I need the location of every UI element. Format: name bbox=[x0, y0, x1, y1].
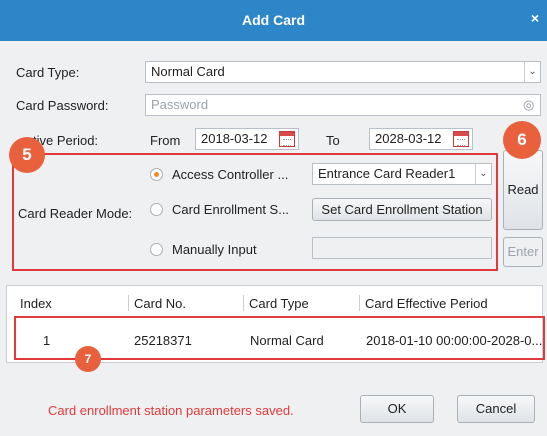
cell-index: 1 bbox=[43, 333, 51, 348]
from-date-value: 2018-03-12 bbox=[201, 131, 268, 146]
cell-card-type: Normal Card bbox=[250, 333, 324, 348]
radio-card-enrollment-label: Card Enrollment S... bbox=[172, 202, 290, 217]
set-card-enrollment-station-button[interactable]: Set Card Enrollment Station bbox=[312, 198, 492, 221]
add-card-dialog: Add Card × Card Type: Normal Card ⌄ Card… bbox=[0, 0, 547, 436]
ok-button[interactable]: OK bbox=[360, 395, 434, 423]
cell-card-no: 25218371 bbox=[134, 333, 192, 348]
card-password-label: Card Password: bbox=[16, 98, 109, 113]
radio-manually-input-label: Manually Input bbox=[172, 242, 257, 257]
manual-input-field[interactable] bbox=[312, 237, 492, 259]
card-type-label: Card Type: bbox=[16, 65, 80, 80]
calendar-icon[interactable] bbox=[279, 131, 295, 147]
to-date-value: 2028-03-12 bbox=[375, 131, 442, 146]
step-badge-5: 5 bbox=[9, 137, 45, 173]
title-bar: Add Card × bbox=[0, 0, 547, 41]
radio-access-controller-label: Access Controller ... bbox=[172, 167, 289, 182]
card-reader-select[interactable]: Entrance Card Reader1 bbox=[312, 163, 492, 185]
eye-slash-icon[interactable]: ◎ bbox=[523, 97, 534, 113]
column-header-effective-period: Card Effective Period bbox=[365, 296, 488, 311]
column-divider bbox=[128, 295, 129, 311]
cancel-button[interactable]: Cancel bbox=[457, 395, 535, 423]
read-button[interactable]: Read bbox=[503, 150, 543, 230]
column-header-card-no: Card No. bbox=[134, 296, 187, 311]
chevron-down-icon[interactable]: ⌄ bbox=[524, 62, 540, 82]
status-message: Card enrollment station parameters saved… bbox=[48, 403, 294, 418]
card-type-value: Normal Card bbox=[151, 64, 225, 79]
enter-button[interactable]: Enter bbox=[503, 237, 543, 267]
column-divider bbox=[359, 295, 360, 311]
column-header-index: Index bbox=[20, 296, 52, 311]
step-badge-7: 7 bbox=[75, 346, 101, 372]
chevron-down-icon[interactable]: ⌄ bbox=[475, 164, 491, 184]
from-label: From bbox=[150, 133, 181, 148]
card-reader-select-value: Entrance Card Reader1 bbox=[318, 166, 456, 181]
step-badge-6: 6 bbox=[503, 121, 541, 159]
card-password-input[interactable]: Password bbox=[145, 94, 541, 116]
dialog-title: Add Card bbox=[242, 12, 305, 28]
radio-access-controller[interactable] bbox=[150, 168, 163, 181]
card-type-select[interactable]: Normal Card bbox=[145, 61, 541, 83]
radio-manually-input[interactable] bbox=[150, 243, 163, 256]
card-reader-mode-label: Card Reader Mode: bbox=[18, 206, 133, 221]
cell-effective-period: 2018-01-10 00:00:00-2028-0... bbox=[366, 333, 543, 348]
calendar-icon[interactable] bbox=[453, 131, 469, 147]
radio-card-enrollment[interactable] bbox=[150, 203, 163, 216]
column-header-card-type: Card Type bbox=[249, 296, 309, 311]
card-password-placeholder: Password bbox=[151, 97, 209, 112]
close-icon[interactable]: × bbox=[531, 10, 539, 26]
column-divider bbox=[243, 295, 244, 311]
to-label: To bbox=[326, 133, 340, 148]
